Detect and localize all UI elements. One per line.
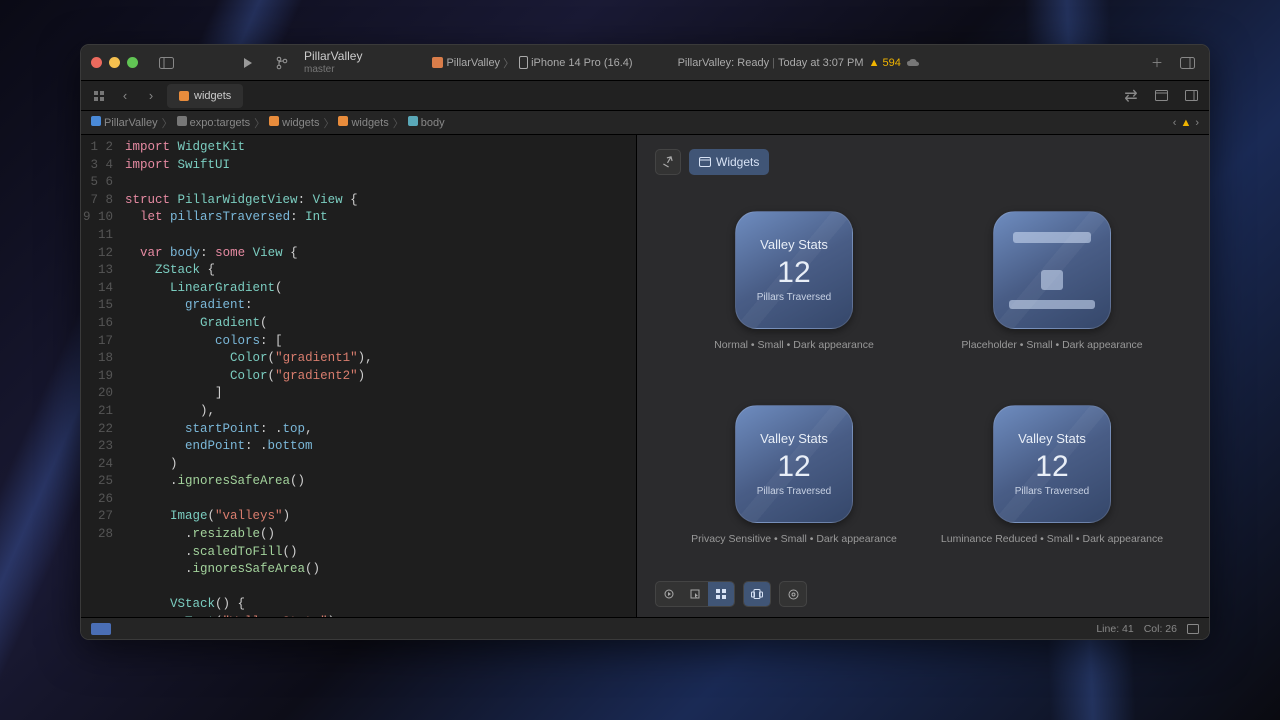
crumb-file[interactable]: widgets [269, 116, 319, 129]
crumb-nav-forward[interactable]: › [1195, 117, 1199, 129]
tab-widgets[interactable]: widgets [167, 84, 243, 108]
crumb-nav-back[interactable]: ‹ [1173, 117, 1177, 129]
main-area: 1 2 3 4 5 6 7 8 9 10 11 12 13 14 15 16 1… [81, 135, 1209, 617]
warning-icon: ▲ [869, 57, 880, 69]
canvas-settings-button[interactable] [780, 582, 806, 606]
crumb-property[interactable]: body [408, 116, 445, 129]
run-destination-chip[interactable]: iPhone 14 Pro (16.4) [519, 56, 633, 69]
line-gutter: 1 2 3 4 5 6 7 8 9 10 11 12 13 14 15 16 1… [81, 135, 121, 617]
widget-icon [699, 157, 711, 167]
crumb-symbol[interactable]: widgets [338, 116, 388, 129]
add-button[interactable]: ＋ [1145, 53, 1169, 73]
widget-preview[interactable]: Valley Stats12Pillars Traversed [993, 405, 1111, 523]
preview-cell: Placeholder • Small • Dark appearance [961, 211, 1142, 351]
crumb-warning-icon[interactable]: ▲ [1180, 117, 1191, 129]
related-items-icon[interactable] [87, 86, 111, 106]
nav-back-button[interactable]: ‹ [113, 86, 137, 106]
widget-preview[interactable]: Valley Stats12Pillars Traversed [735, 405, 853, 523]
swift-file-icon [179, 91, 189, 101]
scheme-branch-icon[interactable] [270, 53, 294, 73]
widget-preview[interactable]: Valley Stats12Pillars Traversed [735, 211, 853, 329]
canvas-mode-widgets[interactable]: Widgets [689, 149, 769, 175]
canvas-selectable-button[interactable] [682, 582, 708, 606]
crumb-folder[interactable]: expo:targets [177, 116, 251, 129]
editor-options-icon[interactable] [1179, 86, 1203, 106]
branch-name: master [304, 64, 362, 75]
traffic-lights [91, 57, 138, 68]
canvas-toolbar [655, 573, 1191, 607]
canvas-live-button[interactable] [656, 582, 682, 606]
preview-caption: Placeholder • Small • Dark appearance [961, 339, 1142, 351]
code-editor[interactable]: 1 2 3 4 5 6 7 8 9 10 11 12 13 14 15 16 1… [81, 135, 636, 617]
crumb-project[interactable]: PillarValley [91, 116, 158, 129]
scheme-selector[interactable]: PillarValley master [304, 50, 362, 74]
title-bar: PillarValley master PillarValley 〉 iPhon… [81, 45, 1209, 81]
preview-cell: Valley Stats12Pillars Traversed Normal • … [714, 211, 874, 351]
run-button[interactable] [236, 53, 260, 73]
target-scheme-chip[interactable]: PillarValley 〉 [432, 55, 514, 71]
tab-bar: ‹ › widgets ⇄ [81, 81, 1209, 111]
code-content[interactable]: import WidgetKit import SwiftUI struct P… [121, 135, 636, 617]
refresh-icon[interactable]: ⇄ [1119, 86, 1143, 106]
xcode-window: PillarValley master PillarValley 〉 iPhon… [80, 44, 1210, 640]
canvas-device-settings-button[interactable] [744, 582, 770, 606]
nav-forward-button[interactable]: › [139, 86, 163, 106]
cloud-status-icon[interactable] [906, 58, 920, 68]
cursor-col: Col: 26 [1144, 623, 1177, 635]
zoom-window-button[interactable] [127, 57, 138, 68]
project-name: PillarValley [304, 50, 362, 63]
debug-indicator[interactable] [91, 623, 111, 635]
app-icon [432, 57, 443, 68]
preview-grid: Valley Stats12Pillars Traversed Normal • … [655, 193, 1191, 573]
preview-canvas: Widgets Valley Stats12Pillars Traversed N… [636, 135, 1209, 617]
cursor-line: Line: 41 [1096, 623, 1133, 635]
canvas-variants-button[interactable] [708, 582, 734, 606]
build-status[interactable]: PillarValley: Ready | Today at 3:07 PM [678, 57, 864, 69]
phone-icon [519, 56, 528, 69]
breadcrumb-bar: PillarValley〉 expo:targets〉 widgets〉 wid… [81, 111, 1209, 135]
widget-preview[interactable] [993, 211, 1111, 329]
preview-caption: Luminance Reduced • Small • Dark appeara… [941, 533, 1163, 545]
editor-layout-icon[interactable] [1149, 86, 1173, 106]
preview-caption: Normal • Small • Dark appearance [714, 339, 874, 351]
status-bar: Line: 41 Col: 26 [81, 617, 1209, 639]
inspector-toggle-button[interactable] [1175, 53, 1199, 73]
preview-cell: Valley Stats12Pillars Traversed Privacy S… [691, 405, 897, 545]
pin-preview-button[interactable] [655, 149, 681, 175]
warnings-badge[interactable]: ▲ 594 [869, 57, 901, 69]
preview-caption: Privacy Sensitive • Small • Dark appeara… [691, 533, 897, 545]
sidebar-toggle-button[interactable] [154, 53, 178, 73]
preview-cell: Valley Stats12Pillars Traversed Luminance… [941, 405, 1163, 545]
minimap-toggle-icon[interactable] [1187, 624, 1199, 634]
close-window-button[interactable] [91, 57, 102, 68]
minimize-window-button[interactable] [109, 57, 120, 68]
